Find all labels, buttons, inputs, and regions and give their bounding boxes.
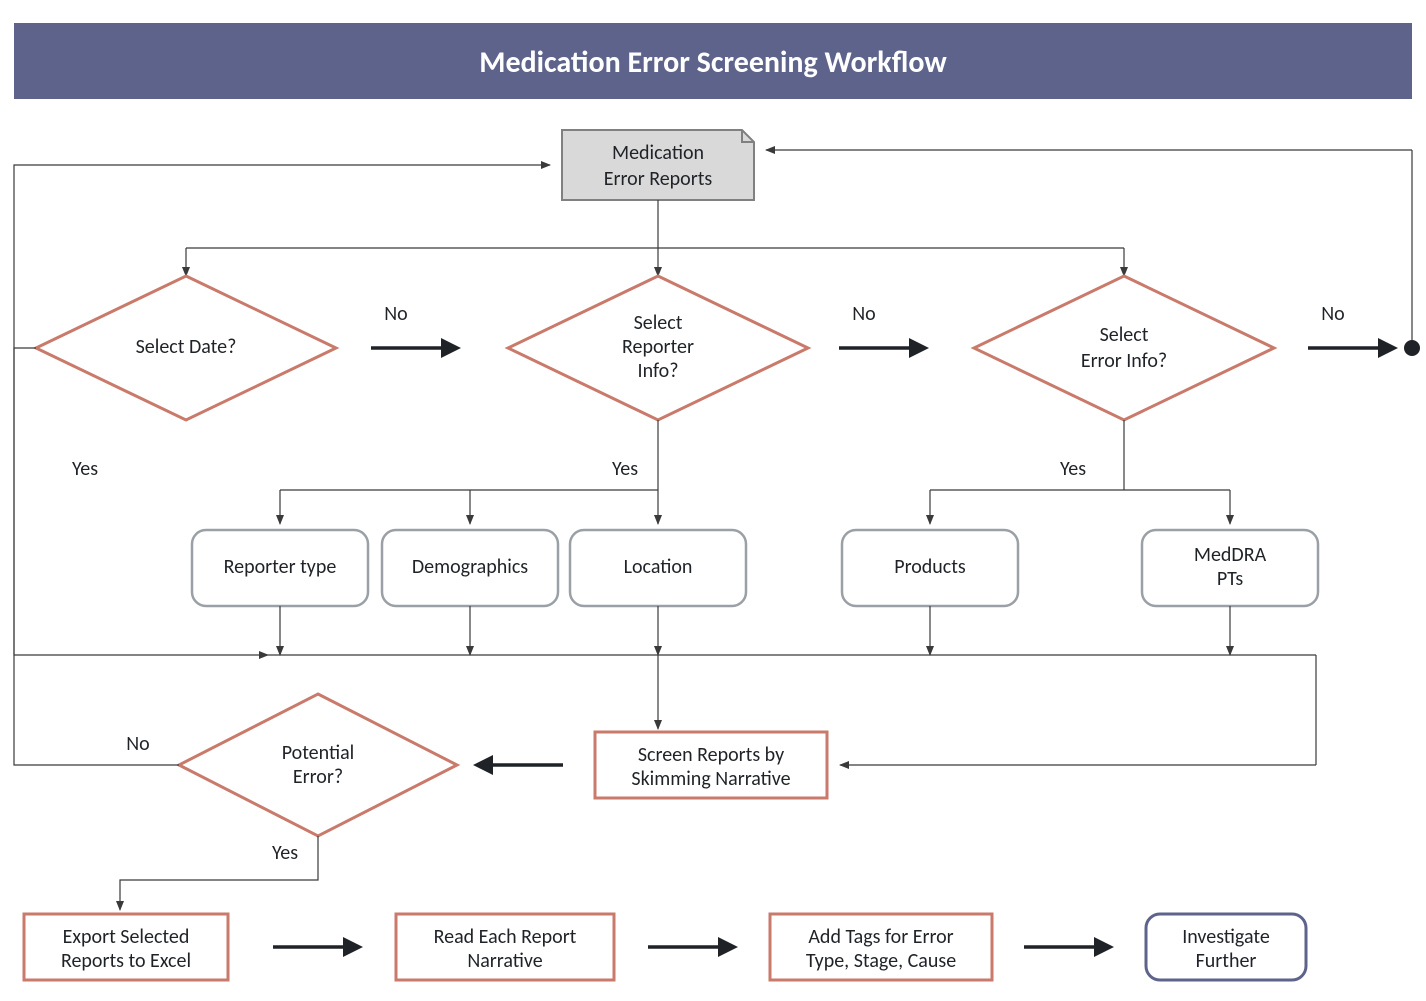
decision-reporter-l3: Info? bbox=[638, 359, 679, 383]
decision-reporter-l1: Select bbox=[634, 311, 683, 335]
decision-error-l2: Error Info? bbox=[1081, 349, 1167, 373]
workflow-diagram: Medication Error Screening Workflow Medi… bbox=[0, 0, 1426, 1001]
title-bar: Medication Error Screening Workflow bbox=[14, 23, 1412, 99]
filter-reporter-type-label: Reporter type bbox=[224, 555, 337, 579]
label-yes-date: Yes bbox=[72, 457, 98, 481]
process-read: Read Each Report Narrative bbox=[396, 914, 614, 980]
potential-l2: Error? bbox=[293, 765, 343, 789]
start-label-2: Error Reports bbox=[604, 167, 713, 191]
label-yes-reporter: Yes bbox=[612, 457, 638, 481]
filter-location: Location bbox=[570, 530, 746, 606]
decision-select-error: Select Error Info? bbox=[974, 276, 1274, 420]
label-yes-potential: Yes bbox=[272, 841, 298, 865]
filter-demographics-label: Demographics bbox=[412, 555, 528, 579]
tags-l1: Add Tags for Error bbox=[808, 925, 953, 949]
process-export: Export Selected Reports to Excel bbox=[24, 914, 228, 980]
potential-l1: Potential bbox=[282, 741, 355, 765]
filter-meddra: MedDRA PTs bbox=[1142, 530, 1318, 606]
filter-meddra-l2: PTs bbox=[1217, 567, 1243, 591]
filter-meddra-l1: MedDRA bbox=[1194, 543, 1267, 567]
decision-error-l1: Select bbox=[1100, 323, 1149, 347]
start-node: Medication Error Reports bbox=[562, 130, 754, 200]
filter-demographics: Demographics bbox=[382, 530, 558, 606]
label-no-potential: No bbox=[126, 732, 149, 756]
read-l1: Read Each Report bbox=[434, 925, 577, 949]
investigate-l2: Further bbox=[1196, 949, 1257, 973]
filter-products-label: Products bbox=[894, 555, 966, 579]
investigate-l1: Investigate bbox=[1182, 925, 1270, 949]
terminal-dot bbox=[1404, 340, 1420, 356]
screen-l1: Screen Reports by bbox=[638, 743, 784, 767]
label-no-1: No bbox=[384, 302, 407, 326]
decision-select-date: Select Date? bbox=[36, 276, 336, 420]
filter-products: Products bbox=[842, 530, 1018, 606]
label-no-3: No bbox=[1321, 302, 1344, 326]
start-label-1: Medication bbox=[612, 141, 704, 165]
label-yes-error: Yes bbox=[1060, 457, 1086, 481]
decision-select-reporter: Select Reporter Info? bbox=[508, 276, 808, 420]
process-investigate: Investigate Further bbox=[1146, 914, 1306, 980]
screen-l2: Skimming Narrative bbox=[631, 767, 790, 791]
filter-location-label: Location bbox=[624, 555, 693, 579]
read-l2: Narrative bbox=[467, 949, 542, 973]
tags-l2: Type, Stage, Cause bbox=[806, 949, 956, 973]
export-l2: Reports to Excel bbox=[61, 949, 191, 973]
decision-date-label: Select Date? bbox=[136, 335, 237, 359]
decision-potential-error: Potential Error? bbox=[179, 694, 457, 836]
page-title: Medication Error Screening Workflow bbox=[479, 44, 947, 81]
process-screen-reports: Screen Reports by Skimming Narrative bbox=[595, 732, 827, 798]
filter-reporter-type: Reporter type bbox=[192, 530, 368, 606]
export-l1: Export Selected bbox=[63, 925, 190, 949]
process-tags: Add Tags for Error Type, Stage, Cause bbox=[770, 914, 992, 980]
decision-reporter-l2: Reporter bbox=[622, 335, 694, 359]
label-no-2: No bbox=[852, 302, 875, 326]
